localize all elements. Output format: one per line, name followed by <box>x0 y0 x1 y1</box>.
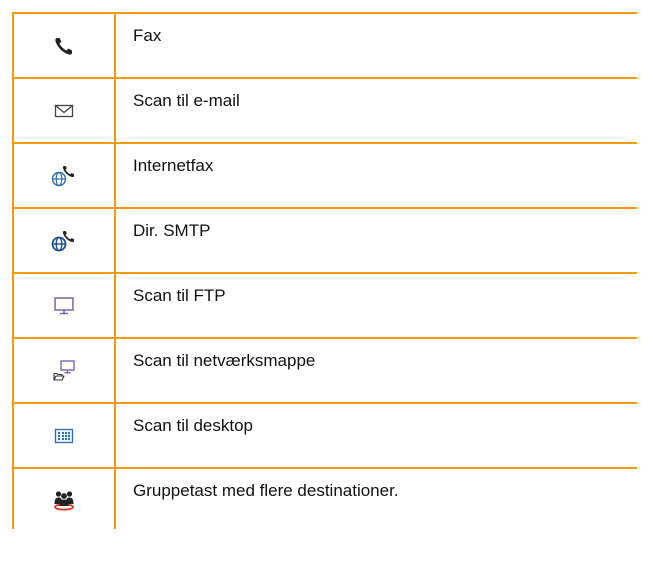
icon-cell <box>14 404 116 467</box>
email-envelope-icon <box>54 103 74 119</box>
table-row: Scan til FTP <box>14 274 637 339</box>
row-label: Gruppetast med flere destinationer. <box>133 481 399 500</box>
internet-fax-icon <box>51 164 77 188</box>
table-row: Fax <box>14 14 637 79</box>
icon-cell <box>14 14 116 77</box>
ftp-monitor-icon <box>53 296 75 316</box>
desktop-icon <box>54 427 74 445</box>
table-row: Dir. SMTP <box>14 209 637 274</box>
fax-icon <box>53 35 75 57</box>
icon-cell <box>14 469 116 529</box>
icon-cell <box>14 274 116 337</box>
row-label: Scan til netværksmappe <box>133 351 316 370</box>
row-label: Scan til e-mail <box>133 91 240 110</box>
direct-smtp-icon <box>51 229 77 253</box>
table-row: Scan til e-mail <box>14 79 637 144</box>
icon-cell <box>14 339 116 402</box>
table-row: Scan til desktop <box>14 404 637 469</box>
table-row: Gruppetast med flere destinationer. <box>14 469 637 529</box>
table-row: Internetfax <box>14 144 637 209</box>
row-label: Internetfax <box>133 156 214 175</box>
table-row: Scan til netværksmappe <box>14 339 637 404</box>
icon-cell <box>14 79 116 142</box>
row-label: Dir. SMTP <box>133 221 211 240</box>
row-label: Scan til desktop <box>133 416 254 435</box>
icon-cell <box>14 144 116 207</box>
group-key-icon <box>52 487 76 511</box>
icon-cell <box>14 209 116 272</box>
row-label: Scan til FTP <box>133 286 226 305</box>
destination-table: Fax Scan til e-mail Internetfax Dir. SMT… <box>12 12 637 529</box>
network-folder-icon <box>52 359 76 383</box>
row-label: Fax <box>133 26 162 45</box>
